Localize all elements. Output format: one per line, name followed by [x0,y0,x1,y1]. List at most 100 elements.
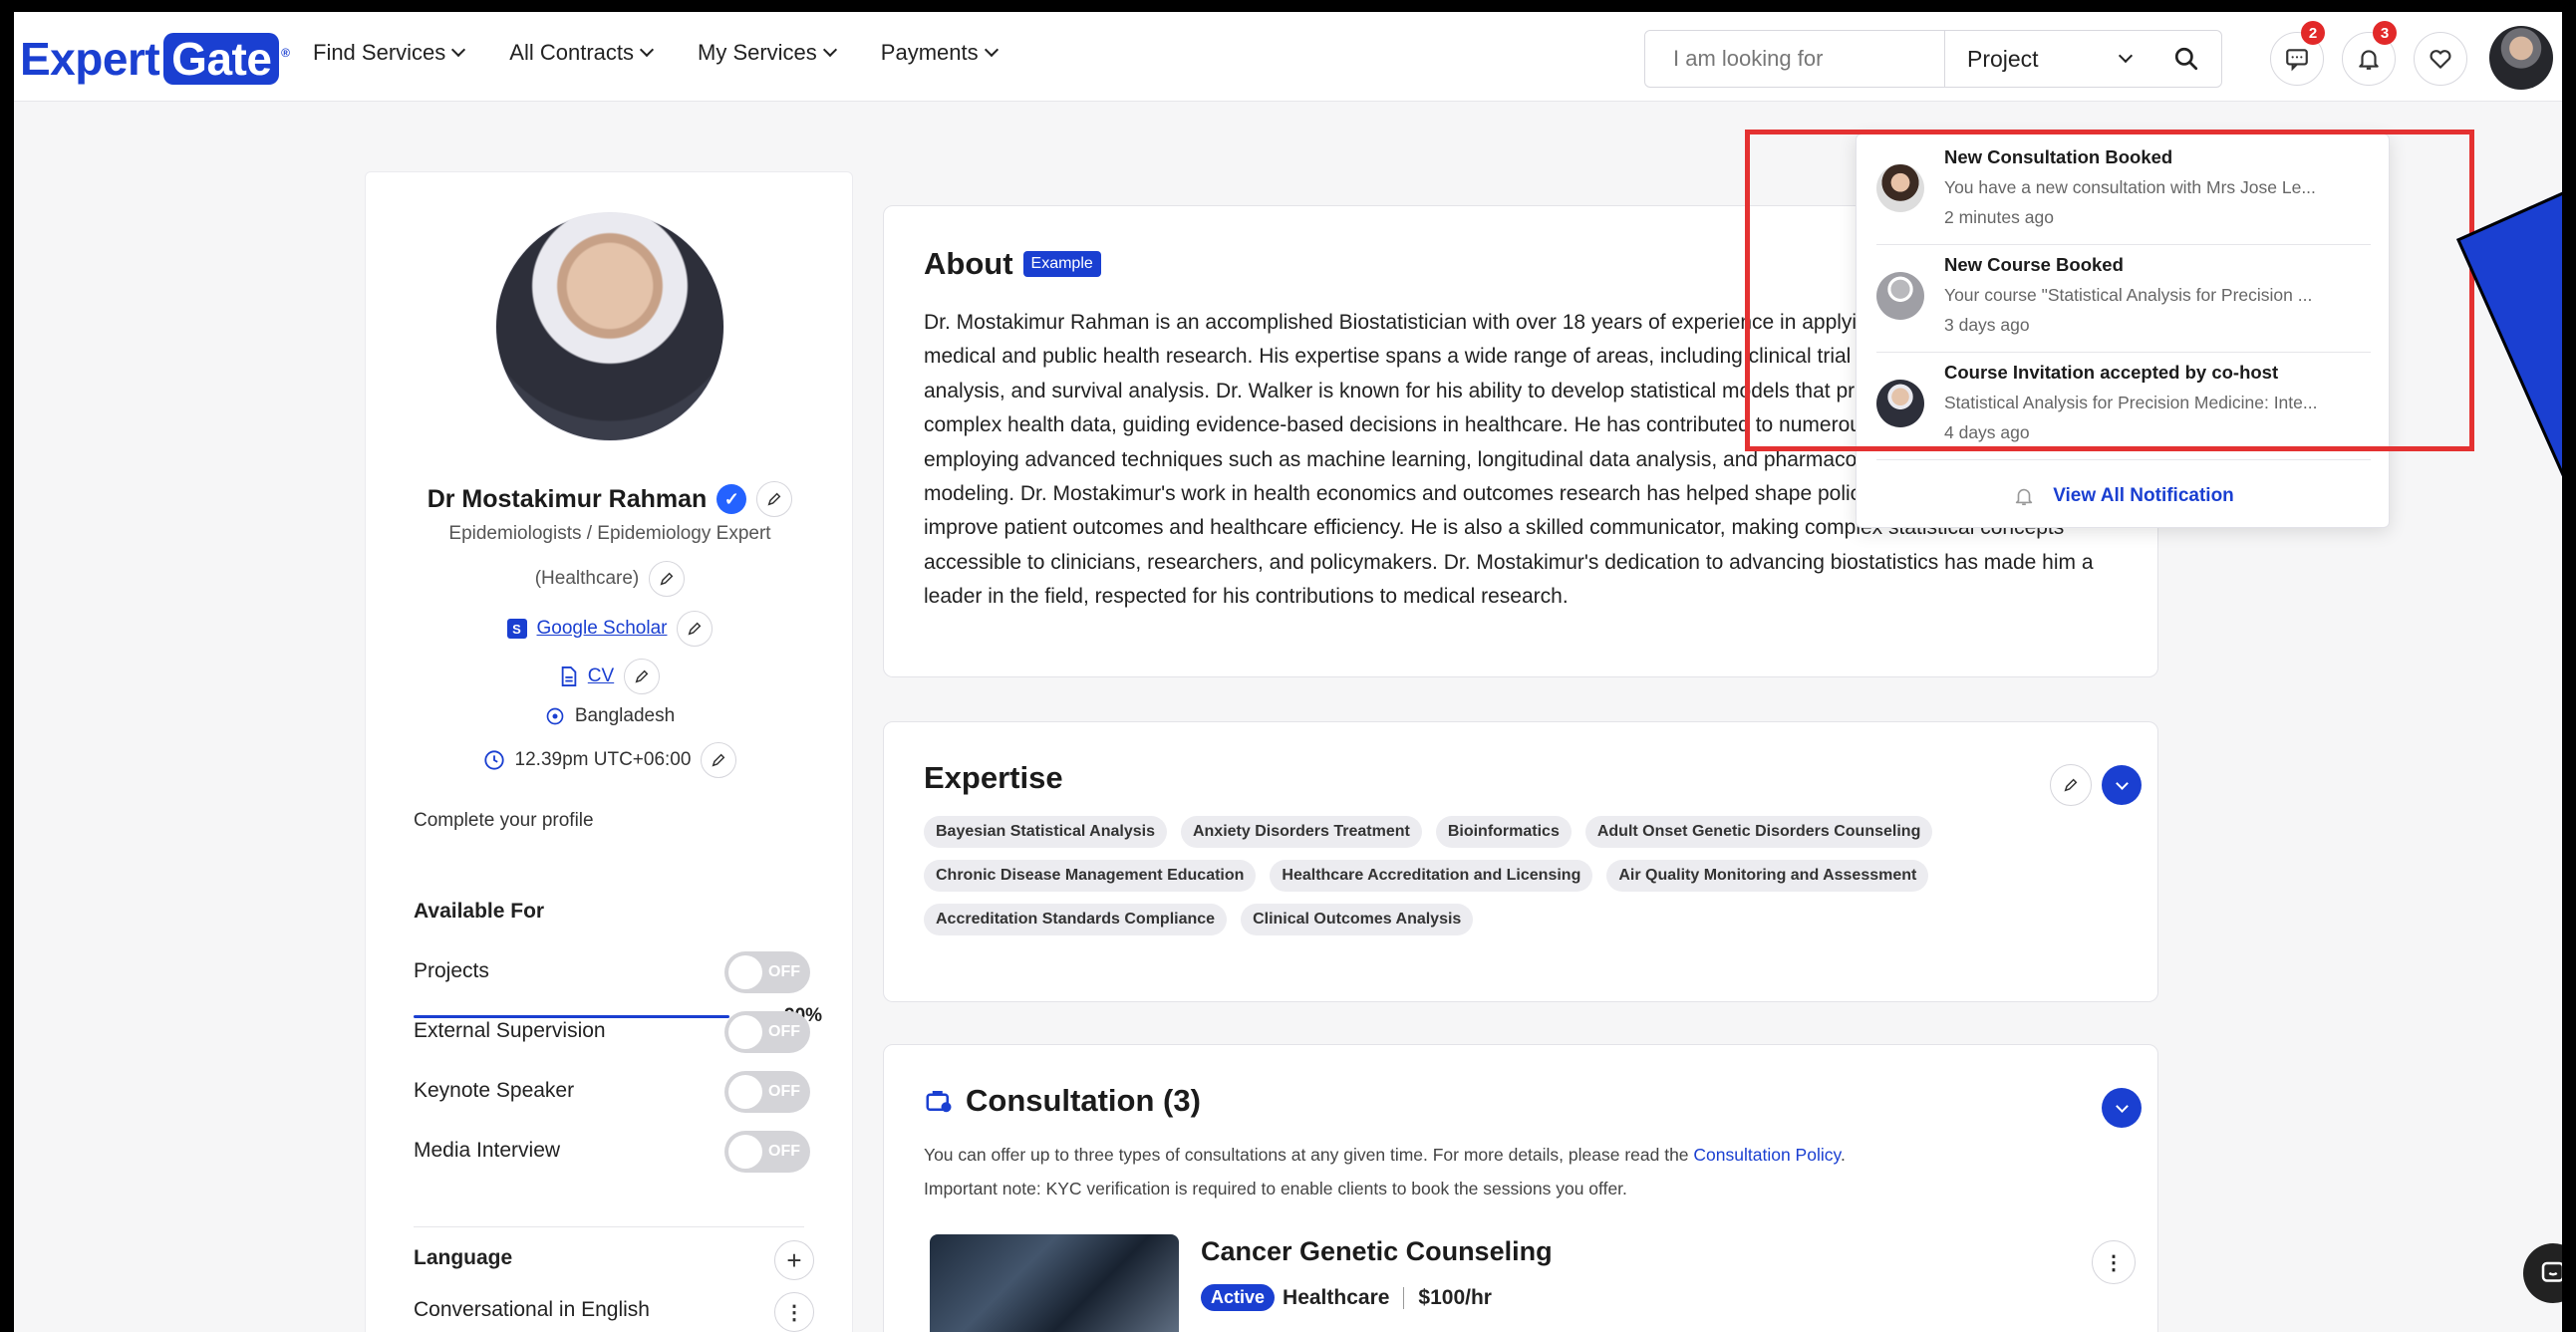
available-media-label: Media Interview [414,1139,561,1162]
view-all-notifications-link[interactable]: View All Notification [1857,485,2391,507]
cv-link[interactable]: CV [588,666,614,687]
registered-mark: ® [281,46,290,60]
location-row: Bangladesh [366,705,854,727]
edit-expertise-button[interactable] [2050,764,2092,806]
logo[interactable]: Expert Gate ® [20,32,290,86]
pencil-icon [635,669,649,683]
briefcase-icon [926,1091,952,1113]
consultation-heading: Consultation (3) [924,1083,1201,1119]
nav-payments[interactable]: Payments [881,40,999,66]
consultation-item-title[interactable]: Cancer Genetic Counseling [1201,1236,1553,1267]
example-tag: Example [1022,251,1101,277]
available-projects-toggle[interactable]: OFF [724,951,810,993]
notifications-count-badge: 3 [2373,21,2397,45]
search-icon [2175,47,2198,71]
expertise-chip: Bayesian Statistical Analysis [924,816,1167,848]
collapse-expertise-button[interactable] [2102,765,2142,805]
cv-row: CV [366,659,854,694]
edit-name-button[interactable] [756,481,793,517]
available-keynote-label: Keynote Speaker [414,1079,575,1102]
expertise-card: Expertise Bayesian Statistical Analysis … [883,721,2158,1002]
chevron-down-icon [822,42,837,58]
profile-sidebar: Dr Mostakimur Rahman ✓ Epidemiologists /… [365,171,853,1332]
messages-button[interactable]: 2 [2270,21,2325,86]
expertise-chip: Air Quality Monitoring and Assessment [1606,860,1929,892]
meta-divider [1403,1286,1405,1309]
chevron-down-icon [451,42,466,58]
toggle-knob [728,955,762,989]
nav-find-services[interactable]: Find Services [313,40,466,66]
expertise-chips: Bayesian Statistical Analysis Anxiety Di… [924,816,2070,935]
favorites-button[interactable] [2414,32,2467,86]
expertise-title: Expertise [924,760,1063,795]
consultation-options-button[interactable]: ⋮ [2092,1240,2136,1284]
consultation-note: You can offer up to three types of consu… [924,1145,1846,1165]
toggle-state: OFF [768,1023,800,1040]
consultation-card: Consultation (3) You can offer up to thr… [883,1044,2158,1332]
nav-my-services[interactable]: My Services [698,40,837,66]
edit-scholar-button[interactable] [677,611,714,647]
location-text: Bangladesh [574,705,676,726]
edit-cv-button[interactable] [624,659,661,694]
toggle-knob [728,1135,762,1169]
add-language-button[interactable]: + [774,1240,814,1280]
edit-timezone-button[interactable] [701,742,737,778]
chat-launcher-button[interactable] [2523,1243,2562,1303]
toggle-state: OFF [768,963,800,980]
consultation-item-meta: Active Healthcare $100/hr [1201,1284,1492,1311]
expertise-chip: Clinical Outcomes Analysis [1241,904,1474,935]
main-nav: Find Services All Contracts My Services … [313,40,999,66]
status-badge: Active [1201,1284,1276,1311]
local-time-row: 12.39pm UTC+06:00 [366,742,854,778]
expertise-chip: Adult Onset Genetic Disorders Counseling [1584,816,1933,848]
search-button[interactable] [2152,46,2221,72]
profile-progress-bar [414,1015,729,1018]
available-for-heading: Available For [414,900,545,923]
consultation-title: Consultation (3) [966,1083,1201,1118]
chevron-down-icon [639,42,655,58]
expertise-chip: Bioinformatics [1435,816,1572,848]
toggle-knob [728,1075,762,1109]
collapse-consultation-button[interactable] [2102,1088,2142,1128]
profile-title-line2: (Healthcare) [534,568,640,589]
consultation-rate: $100/hr [1418,1285,1492,1309]
consultation-thumbnail[interactable] [930,1234,1179,1332]
about-title: About [924,246,1013,281]
search-input[interactable] [1645,46,1944,72]
expertise-chip: Accreditation Standards Compliance [924,904,1228,935]
language-value: Conversational in English [414,1298,650,1321]
profile-name-row: Dr Mostakimur Rahman ✓ [366,481,854,517]
google-scholar-link[interactable]: Google Scholar [537,618,668,640]
pencil-icon [712,753,725,767]
edit-title-button[interactable] [649,561,686,597]
language-options-button[interactable]: ⋮ [774,1292,814,1332]
clock-icon [483,750,504,770]
messages-count-badge: 2 [2301,21,2325,45]
kyc-note: Important note: KYC verification is requ… [924,1179,1627,1199]
available-keynote-toggle[interactable]: OFF [724,1071,810,1113]
toggle-state: OFF [768,1083,800,1100]
toggle-knob [728,1015,762,1049]
verified-badge-icon: ✓ [716,484,747,514]
heart-icon [2430,50,2451,69]
nav-all-contracts[interactable]: All Contracts [509,40,655,66]
consultation-policy-link[interactable]: Consultation Policy [1693,1145,1841,1165]
search-category-select[interactable]: Project [1945,46,2152,73]
app-frame: Expert Gate ® Find Services All Contracts… [14,12,2562,1332]
bell-icon [2016,488,2033,506]
pencil-icon [688,622,702,636]
available-media-toggle[interactable]: OFF [724,1131,810,1173]
logo-text-gate: Gate ® [163,33,290,85]
logo-text-expert: Expert [20,33,160,85]
chevron-down-icon [2115,1099,2129,1113]
about-heading: About Example [924,246,1101,282]
user-avatar[interactable] [2489,26,2553,90]
notifications-button[interactable]: 3 [2342,21,2397,86]
available-supervision-toggle[interactable]: OFF [724,1011,810,1053]
available-projects-label: Projects [414,959,489,982]
expertise-chip: Healthcare Accreditation and Licensing [1270,860,1593,892]
profile-title-line1: Epidemiologists / Epidemiology Expert [448,523,771,544]
available-supervision-label: External Supervision [414,1019,606,1042]
language-heading: Language [414,1246,513,1269]
pencil-icon [767,492,781,506]
